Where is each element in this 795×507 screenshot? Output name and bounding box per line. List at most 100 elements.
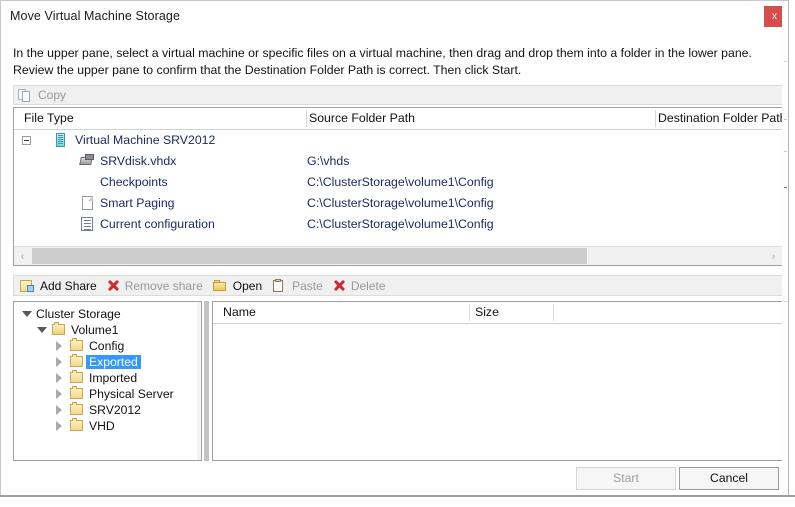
copy-button-label: Copy — [38, 88, 67, 102]
row-source-path: G:\vhds — [307, 154, 350, 168]
paste-label: Paste — [292, 278, 323, 293]
table-row[interactable]: Virtual Machine SRV2012 — [14, 130, 782, 151]
open-label: Open — [232, 278, 263, 293]
source-files-rows: Virtual Machine SRV2012 SRVdisk.vhdx G:\… — [14, 130, 782, 246]
list-item-label: Config — [89, 339, 125, 353]
instructions-text: In the upper pane, select a virtual mach… — [13, 45, 769, 79]
lower-toolbar: Add Share Remove share Open Paste Delete — [13, 275, 783, 296]
row-source-path: C:\ClusterStorage\volume1\Config — [307, 196, 494, 210]
list-item-label: Cluster Storage — [36, 307, 121, 321]
folder-tree-pane: Cluster Storage Volume1 Config Exported — [13, 301, 202, 461]
add-share-button[interactable]: Add Share — [16, 277, 103, 295]
folder-icon — [70, 338, 83, 351]
start-button[interactable]: Start — [576, 467, 676, 490]
list-item-label: SRV2012 — [89, 403, 141, 417]
remove-share-label: Remove share — [124, 278, 203, 293]
scroll-left-icon[interactable]: ‹ — [14, 247, 31, 265]
tree-vertical-scrollbar[interactable] — [197, 302, 201, 460]
open-folder-icon — [212, 279, 228, 293]
column-header-size[interactable]: Size — [475, 305, 499, 319]
chevron-right-icon[interactable] — [56, 357, 62, 367]
column-header-file-type[interactable]: File Type — [24, 111, 74, 125]
source-files-pane: File Type Source Folder Path Destination… — [13, 107, 787, 266]
delete-icon — [333, 279, 346, 292]
desktop-background-strip — [0, 495, 795, 507]
scroll-right-icon[interactable]: › — [765, 247, 782, 265]
row-label: Current configuration — [100, 217, 215, 231]
horizontal-scrollbar[interactable]: ‹ › — [14, 246, 782, 265]
collapse-expander-icon[interactable] — [22, 136, 31, 145]
cancel-button[interactable]: Cancel — [679, 467, 779, 490]
table-row[interactable]: SRVdisk.vhdx G:\vhds — [14, 151, 782, 172]
open-button[interactable]: Open — [209, 277, 268, 295]
chevron-down-icon[interactable] — [22, 311, 32, 317]
list-item[interactable]: VHD — [14, 418, 201, 434]
row-source-path: C:\ClusterStorage\volume1\Config — [307, 217, 494, 231]
copy-icon — [18, 88, 33, 102]
list-item-exported[interactable]: Exported — [14, 354, 201, 370]
list-item[interactable]: SRV2012 — [14, 402, 201, 418]
chevron-right-icon[interactable] — [56, 405, 62, 415]
move-vm-storage-dialog: Move Virtual Machine Storage x In the up… — [0, 0, 789, 496]
chevron-right-icon[interactable] — [56, 341, 62, 351]
list-item-label: Exported — [86, 355, 141, 369]
table-row[interactable]: Smart Paging C:\ClusterStorage\volume1\C… — [14, 193, 782, 214]
folder-icon — [70, 418, 83, 431]
row-source-path: C:\ClusterStorage\volume1\Config — [307, 175, 494, 189]
list-item-label: Imported — [89, 371, 138, 385]
virtual-machine-icon — [56, 133, 65, 147]
list-item[interactable]: Imported — [14, 370, 201, 386]
row-label: Smart Paging — [100, 196, 175, 210]
chevron-right-icon[interactable] — [56, 421, 62, 431]
folder-icon — [70, 370, 83, 383]
copy-button[interactable]: Copy — [14, 86, 72, 104]
delete-button[interactable]: Delete — [329, 277, 392, 295]
column-divider[interactable] — [469, 304, 470, 321]
column-header-name[interactable]: Name — [223, 305, 256, 319]
list-item-label: Physical Server — [89, 387, 174, 401]
column-header-destination-folder-path[interactable]: Destination Folder Path — [658, 111, 787, 125]
folder-tree: Cluster Storage Volume1 Config Exported — [14, 302, 201, 434]
delete-label: Delete — [350, 278, 386, 293]
chevron-down-icon[interactable] — [37, 327, 47, 333]
title-bar: Move Virtual Machine Storage x — [1, 1, 788, 32]
file-list-column-headers: Name Size — [213, 302, 782, 324]
scrollbar-thumb[interactable] — [32, 248, 587, 264]
remove-share-button[interactable]: Remove share — [103, 277, 209, 295]
virtual-hard-disk-icon — [80, 154, 95, 167]
paste-button[interactable]: Paste — [268, 277, 329, 295]
column-header-source-folder-path[interactable]: Source Folder Path — [309, 111, 415, 125]
table-row[interactable]: Current configuration C:\ClusterStorage\… — [14, 214, 782, 235]
window-title: Move Virtual Machine Storage — [10, 9, 181, 23]
configuration-file-icon — [81, 217, 93, 231]
page-icon — [82, 196, 93, 210]
add-share-label: Add Share — [40, 278, 97, 293]
list-item[interactable]: Config — [14, 338, 201, 354]
remove-share-icon — [107, 279, 120, 292]
list-item-label: VHD — [89, 419, 115, 433]
list-item[interactable]: Volume1 — [14, 322, 201, 338]
folder-icon — [70, 402, 83, 415]
upper-toolbar: Copy — [13, 85, 783, 105]
column-divider[interactable] — [306, 110, 307, 127]
folder-icon — [52, 322, 65, 335]
chevron-right-icon[interactable] — [56, 373, 62, 383]
folder-icon — [70, 354, 83, 367]
row-label: SRVdisk.vhdx — [100, 154, 177, 168]
list-item-label: Volume1 — [71, 323, 119, 337]
add-share-icon — [20, 279, 35, 293]
row-label: Virtual Machine SRV2012 — [75, 133, 216, 147]
list-item[interactable]: Cluster Storage — [14, 306, 201, 322]
folder-icon — [70, 386, 83, 399]
upper-pane-column-headers: File Type Source Folder Path Destination… — [14, 108, 787, 130]
pane-splitter[interactable] — [204, 301, 209, 461]
list-item[interactable]: Physical Server — [14, 386, 201, 402]
column-divider[interactable] — [553, 304, 554, 321]
file-list-pane: Name Size — [212, 301, 783, 461]
row-label: Checkpoints — [100, 175, 168, 189]
table-row[interactable]: Checkpoints C:\ClusterStorage\volume1\Co… — [14, 172, 782, 193]
paste-icon — [272, 278, 287, 293]
instructions-line-1: In the upper pane, select a virtual mach… — [13, 46, 752, 60]
chevron-right-icon[interactable] — [56, 389, 62, 399]
column-divider[interactable] — [655, 110, 656, 127]
